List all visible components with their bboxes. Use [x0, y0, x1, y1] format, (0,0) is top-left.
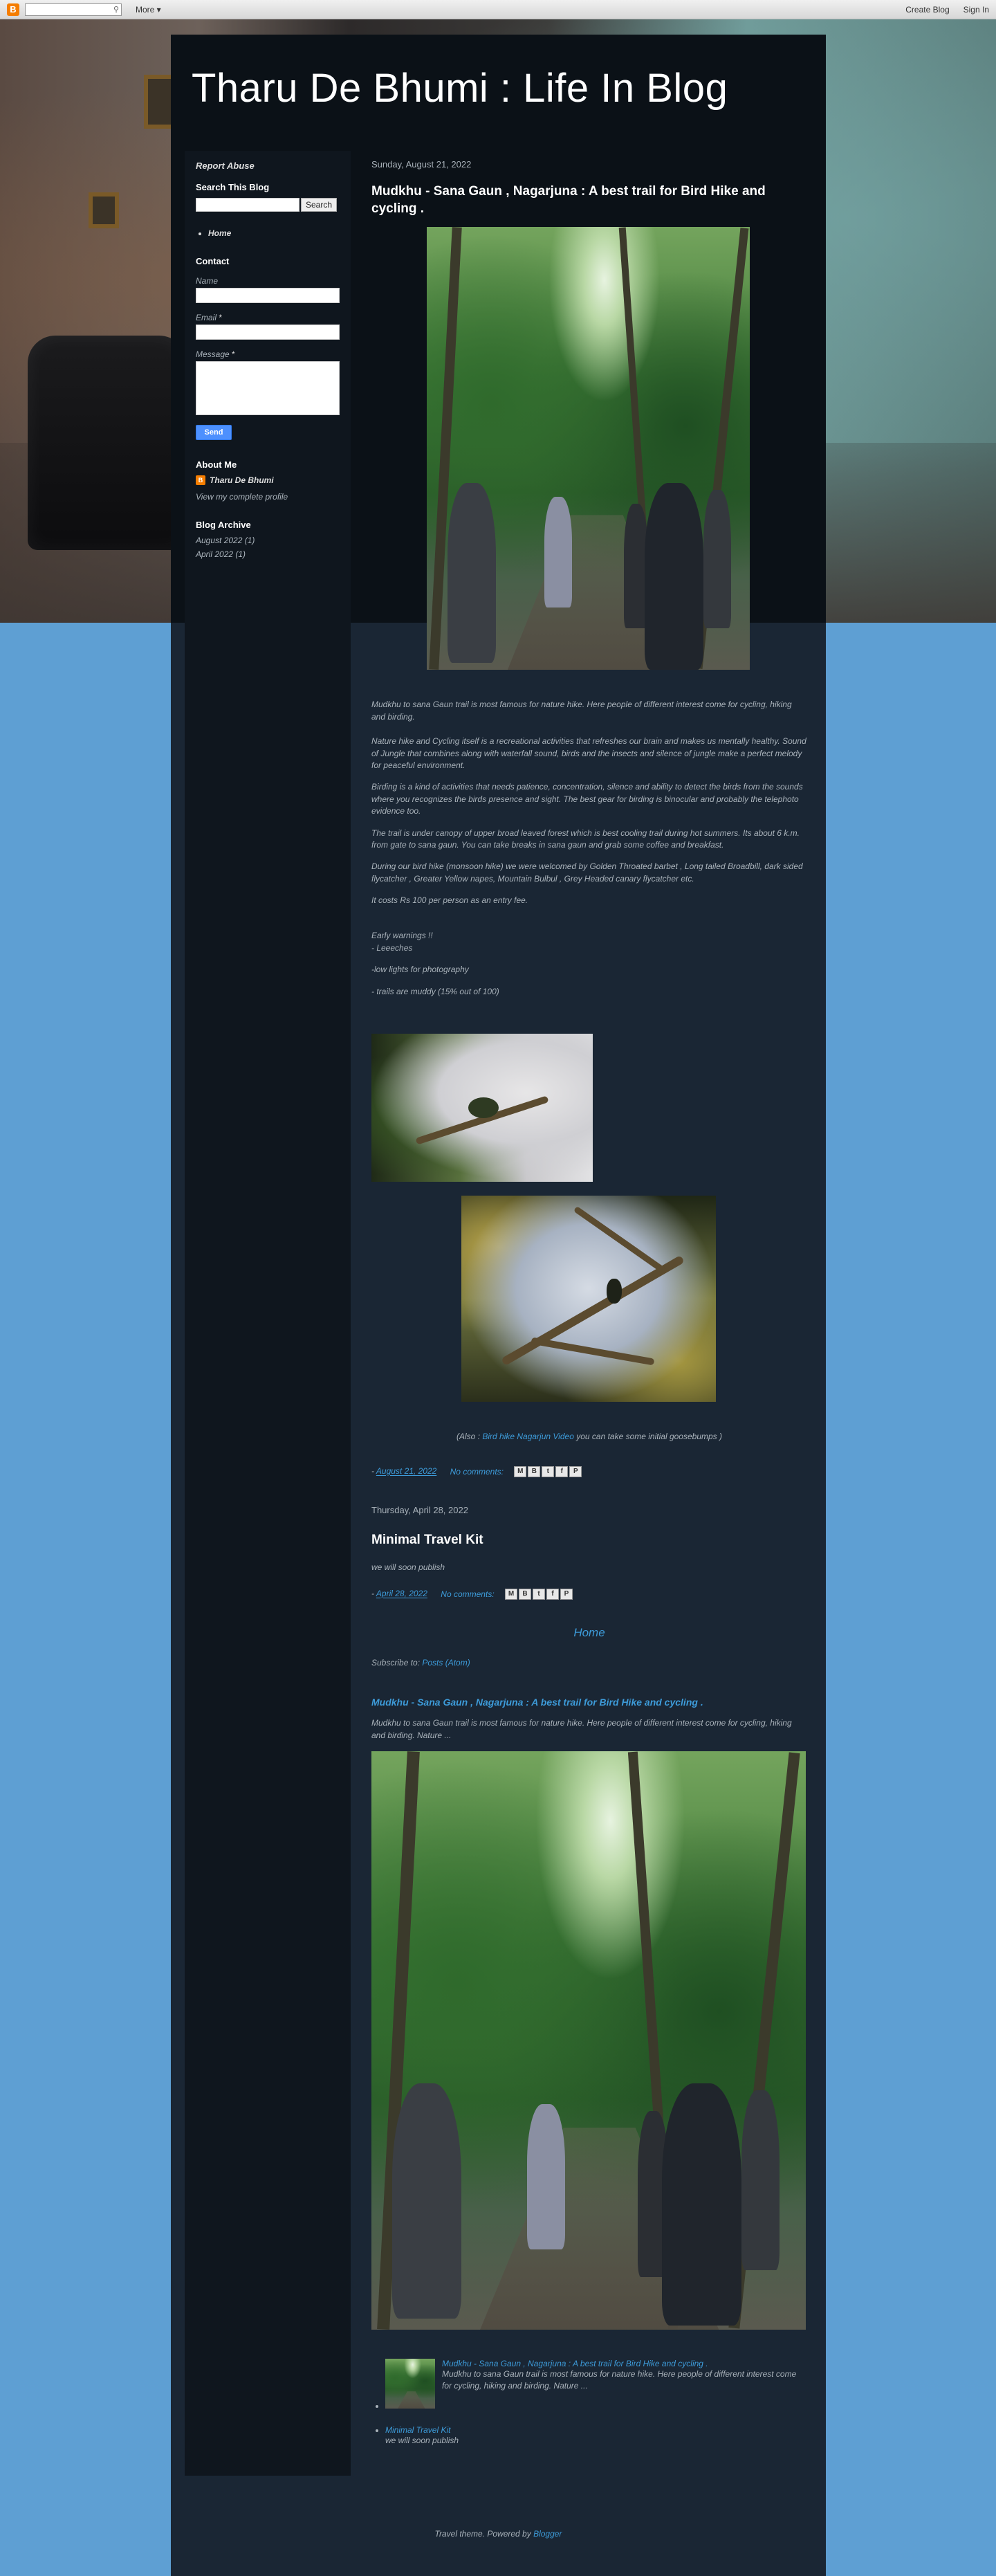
blog-search-input[interactable]	[196, 198, 299, 212]
atom-feed-link[interactable]: Posts (Atom)	[422, 1658, 470, 1668]
popular-post-image[interactable]	[371, 1751, 806, 2330]
pinterest-share-icon[interactable]: P	[569, 1466, 582, 1478]
post-paragraph: During our bird hike (monsoon hike) we w…	[371, 861, 803, 884]
contact-heading: Contact	[196, 256, 230, 266]
popular-item-thumbnail[interactable]	[385, 2359, 435, 2409]
archive-item-august-2022[interactable]: August 2022 (1)	[196, 536, 340, 545]
blogthis-share-icon[interactable]: B	[528, 1466, 541, 1478]
archive-heading: Blog Archive	[196, 520, 251, 530]
author-row: B Tharu De Bhumi	[196, 475, 340, 485]
blogger-navbar: B ⚲ More ▾ Create Blog Sign In	[0, 0, 996, 19]
post-paragraph: we will soon publish	[371, 1562, 445, 1573]
post-paragraph: It costs Rs 100 per person as an entry f…	[371, 895, 528, 906]
wall-frame	[89, 192, 119, 228]
date-header: Thursday, April 28, 2022	[371, 1505, 468, 1516]
post-paragraph: Nature hike and Cycling itself is a recr…	[371, 736, 806, 770]
main-column: Sunday, August 21, 2022 Mudkhu - Sana Ga…	[371, 159, 807, 2447]
sidebar: Report Abuse Search This Blog Search Hom…	[185, 151, 351, 2476]
date-header: Sunday, August 21, 2022	[371, 159, 472, 170]
post-body: Mudkhu to sana Gaun trail is most famous…	[371, 699, 807, 1443]
popular-item-title[interactable]: Minimal Travel Kit	[385, 2425, 807, 2435]
blog-title[interactable]: Tharu De Bhumi : Life In Blog	[192, 65, 728, 111]
list-item: Minimal Travel Kit we will soon publish	[385, 2425, 807, 2447]
twitter-share-icon[interactable]: t	[542, 1466, 555, 1478]
popular-post-snippet: Mudkhu to sana Gaun trail is most famous…	[371, 1718, 792, 1740]
author-name-link[interactable]: Tharu De Bhumi	[210, 475, 274, 485]
blogthis-share-icon[interactable]: B	[519, 1589, 531, 1600]
blogger-profile-icon: B	[196, 475, 205, 485]
view-profile-link[interactable]: View my complete profile	[196, 492, 340, 502]
blog-search: Search	[196, 198, 340, 212]
content-outer: Tharu De Bhumi : Life In Blog Report Abu…	[171, 35, 826, 2576]
post-footer: - August 21, 2022 No comments: M B t f P	[371, 1466, 807, 1478]
message-label: Message *	[196, 349, 235, 359]
post-image-bird-branch[interactable]	[461, 1196, 716, 1403]
footer-attribution: Travel theme. Powered by Blogger	[434, 2529, 562, 2539]
post-title[interactable]: Mudkhu - Sana Gaun , Nagarjuna : A best …	[371, 183, 807, 217]
post-paragraph: Birding is a kind of activities that nee…	[371, 782, 803, 816]
blog-search-button[interactable]: Search	[301, 198, 338, 212]
post-body: we will soon publish	[371, 1562, 807, 1573]
comments-link[interactable]: No comments:	[441, 1589, 494, 1599]
list-item: Mudkhu - Sana Gaun , Nagarjuna : A best …	[385, 2359, 807, 2409]
facebook-share-icon[interactable]: f	[546, 1589, 559, 1600]
post-paragraph: Mudkhu to sana Gaun trail is most famous…	[371, 700, 792, 722]
navbar-search: ⚲	[19, 3, 122, 16]
navbar-actions: Create Blog Sign In	[905, 5, 989, 15]
popular-item-title[interactable]: Mudkhu - Sana Gaun , Nagarjuna : A best …	[442, 2359, 807, 2368]
bird-hike-video-link[interactable]: Bird hike Nagarjun Video	[482, 1432, 574, 1441]
popular-post-title[interactable]: Mudkhu - Sana Gaun , Nagarjuna : A best …	[371, 1697, 807, 1708]
report-abuse-link[interactable]: Report Abuse	[196, 161, 340, 171]
about-heading: About Me	[196, 459, 237, 470]
warning-item: -low lights for photography	[371, 965, 469, 975]
warning-item: - Leeeches	[371, 942, 413, 953]
popular-item-snippet: we will soon publish	[385, 2436, 459, 2446]
pinterest-share-icon[interactable]: P	[560, 1589, 573, 1600]
search-icon[interactable]: ⚲	[113, 5, 119, 14]
warning-item: - trails are muddy (15% out of 100)	[371, 986, 499, 996]
name-label: Name	[196, 276, 219, 286]
more-menu[interactable]: More ▾	[136, 5, 161, 15]
pages-list: Home	[196, 228, 340, 238]
home-link[interactable]: Home	[371, 1626, 807, 1640]
contact-email-field[interactable]	[196, 325, 340, 340]
email-share-icon[interactable]: M	[505, 1589, 517, 1600]
popular-item-snippet: Mudkhu to sana Gaun trail is most famous…	[442, 2369, 797, 2391]
navbar-search-input[interactable]	[25, 3, 122, 16]
post-date-link[interactable]: August 21, 2022	[376, 1467, 436, 1477]
contact-message-field[interactable]	[196, 361, 340, 415]
create-blog-link[interactable]: Create Blog	[905, 5, 949, 15]
sign-in-link[interactable]: Sign In	[963, 5, 989, 15]
post-image-bird-leaves[interactable]	[371, 1034, 593, 1182]
contact-name-field[interactable]	[196, 288, 340, 303]
background-sofa	[28, 336, 187, 550]
archive-item-april-2022[interactable]: April 2022 (1)	[196, 549, 340, 559]
page-link-home[interactable]: Home	[208, 228, 340, 238]
popular-posts-list: Mudkhu - Sana Gaun , Nagarjuna : A best …	[371, 2359, 807, 2447]
post-footer: - April 28, 2022 No comments: M B t f P	[371, 1589, 807, 1600]
post-title[interactable]: Minimal Travel Kit	[371, 1532, 807, 1549]
post-date-link[interactable]: April 28, 2022	[376, 1589, 427, 1599]
post-paragraph: The trail is under canopy of upper broad…	[371, 828, 800, 850]
comments-link[interactable]: No comments:	[450, 1467, 504, 1477]
blogger-logo-icon[interactable]: B	[7, 3, 19, 16]
share-buttons: M B t f P	[514, 1466, 582, 1478]
send-button[interactable]: Send	[196, 425, 232, 440]
post-image-forest-hike[interactable]	[427, 227, 750, 670]
share-buttons: M B t f P	[505, 1589, 573, 1600]
also-note: (Also : Bird hike Nagarjun Video you can…	[456, 1432, 722, 1442]
warnings-heading: Early warnings !!	[371, 931, 433, 941]
search-heading: Search This Blog	[196, 182, 270, 192]
twitter-share-icon[interactable]: t	[533, 1589, 545, 1600]
subscribe-line: Subscribe to: Posts (Atom)	[371, 1658, 470, 1668]
email-share-icon[interactable]: M	[514, 1466, 527, 1478]
blogger-link[interactable]: Blogger	[533, 2529, 562, 2539]
email-label: Email *	[196, 313, 223, 322]
facebook-share-icon[interactable]: f	[555, 1466, 569, 1478]
